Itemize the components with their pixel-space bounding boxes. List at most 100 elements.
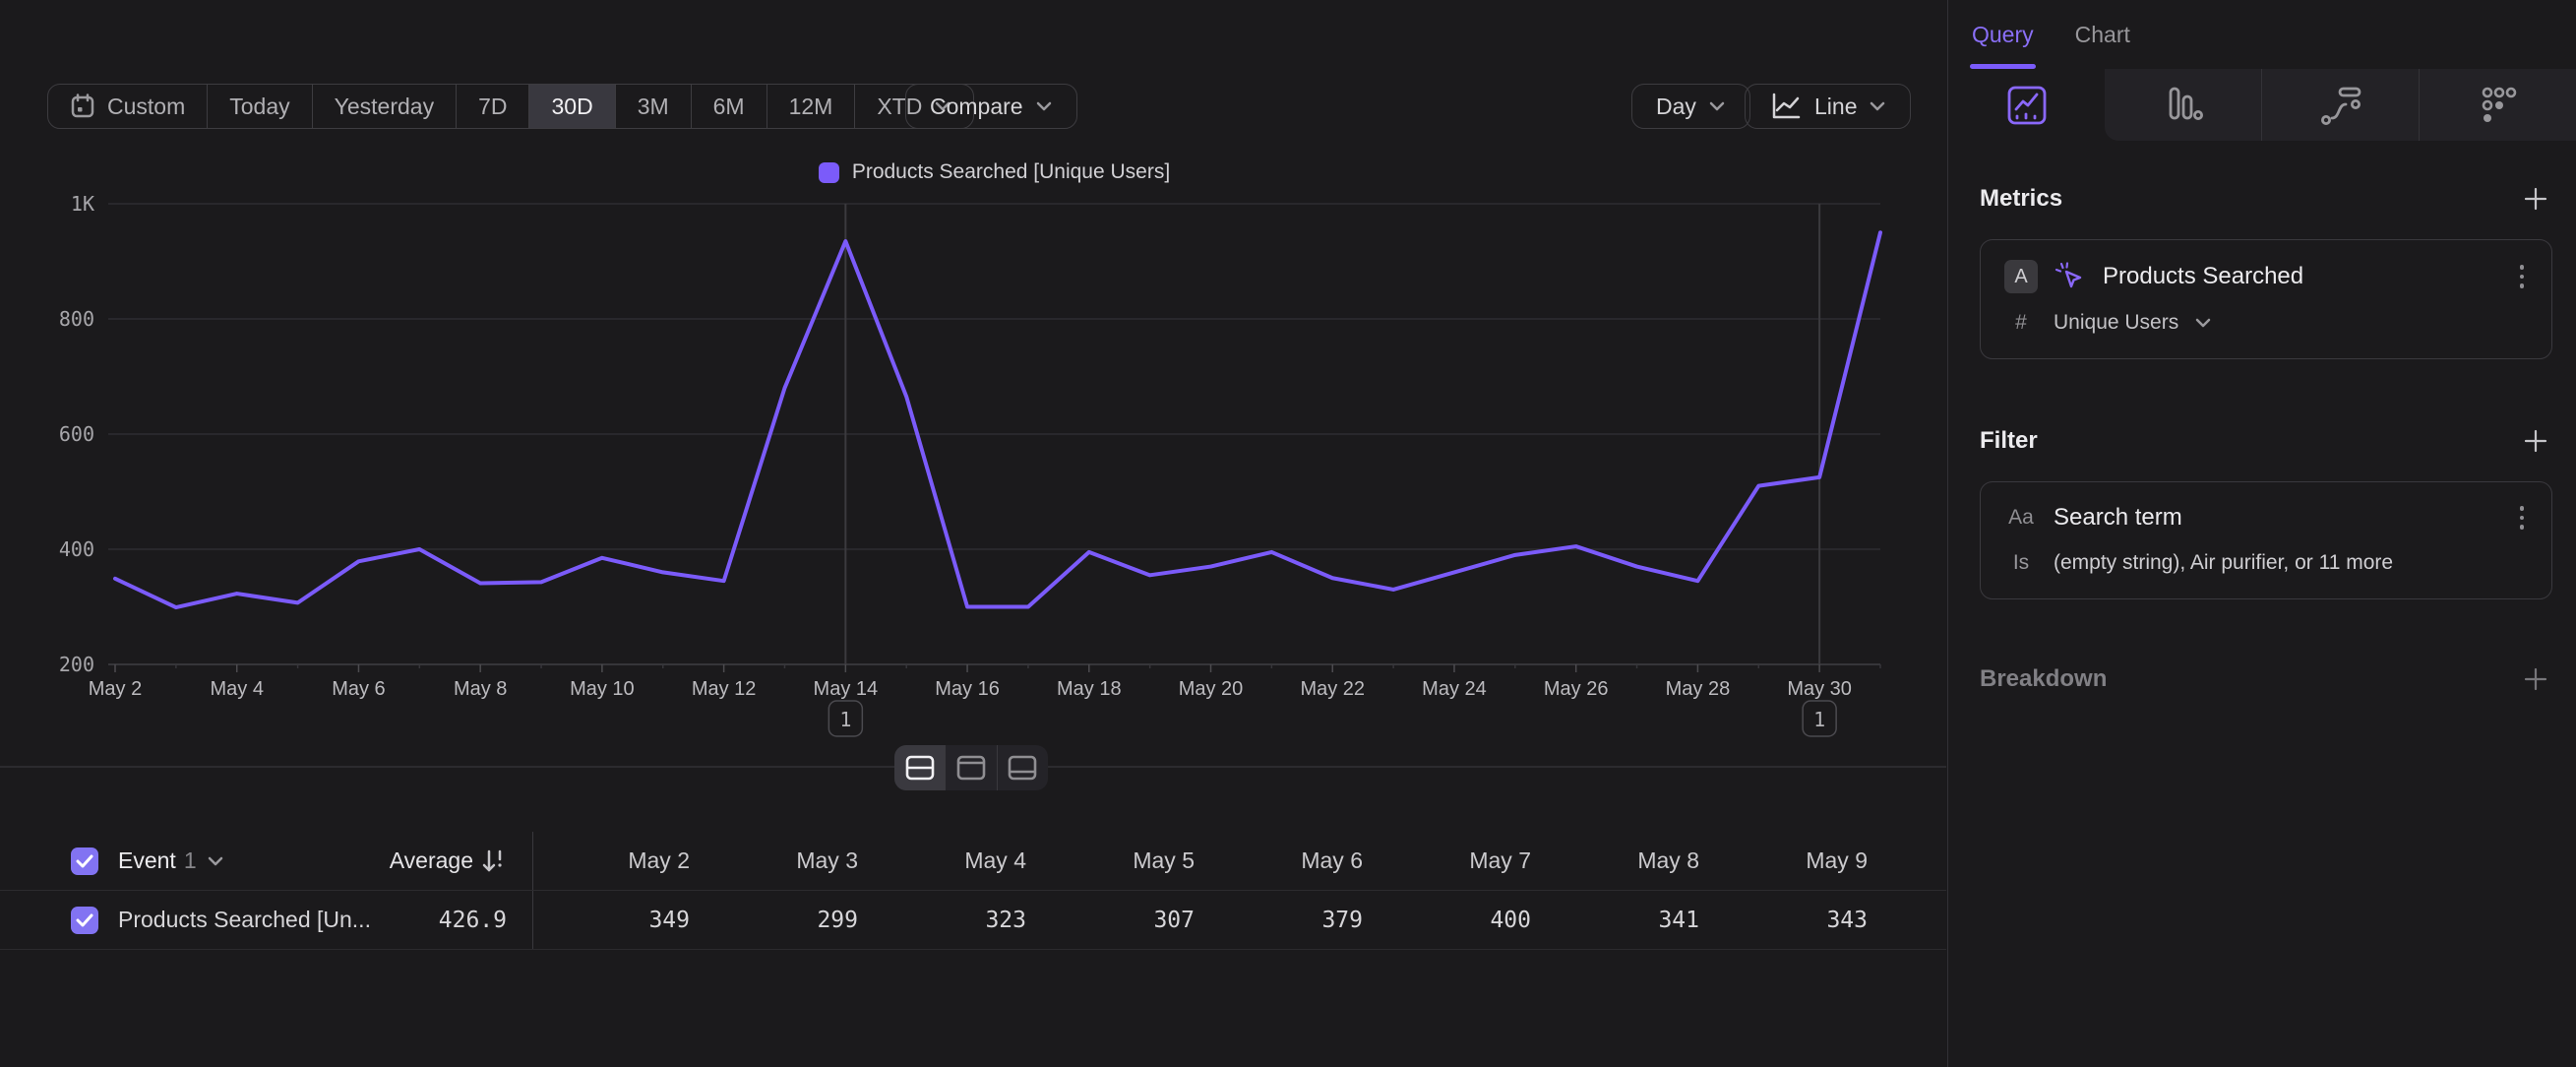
range-label: Custom — [107, 94, 185, 120]
date-range-segmented-control: CustomTodayYesterday7D30D3M6M12MXTD — [47, 84, 974, 129]
sort-icon[interactable] — [481, 847, 507, 875]
report-tab-insights-line[interactable] — [1948, 69, 2105, 141]
active-tab-underline — [1970, 64, 2036, 69]
x-tick-label: May 10 — [570, 678, 635, 700]
chart-legend: Products Searched [Unique Users] — [108, 160, 1880, 184]
y-tick-label: 600 — [59, 422, 94, 446]
chart-type-button[interactable]: Line — [1745, 84, 1911, 129]
chevron-down-icon[interactable] — [207, 855, 224, 867]
annotation-badge-label: 1 — [839, 708, 851, 731]
toggle-table-only[interactable] — [997, 745, 1048, 790]
toggle-split-view[interactable] — [894, 745, 945, 790]
filter-heading: Filter — [1980, 427, 2038, 455]
metric-letter-badge: A — [2004, 260, 2038, 293]
filter-card[interactable]: Aa Search term Is (empty string), Air pu… — [1980, 481, 2552, 599]
row-checkbox[interactable] — [71, 907, 98, 934]
filter-operator[interactable]: Is — [2004, 551, 2038, 575]
series-line[interactable] — [115, 232, 1880, 607]
row-series-name: Products Searched [Un... — [118, 907, 371, 933]
add-filter-button[interactable] — [2519, 424, 2552, 458]
report-tab-retention-dots[interactable] — [2419, 69, 2576, 141]
range-12m[interactable]: 12M — [767, 85, 855, 128]
cell-value: 341 — [1543, 908, 1711, 933]
column-header[interactable]: May 5 — [1038, 847, 1206, 874]
filter-value[interactable]: (empty string), Air purifier, or 11 more — [2054, 551, 2393, 575]
granularity-button[interactable]: Day — [1631, 84, 1750, 129]
range-label: Yesterday — [335, 94, 434, 120]
toggle-chart-only[interactable] — [945, 745, 996, 790]
filter-property-name[interactable]: Search term — [2054, 504, 2182, 532]
x-tick-label: May 20 — [1179, 678, 1244, 700]
column-header[interactable]: May 4 — [870, 847, 1038, 874]
chart-type-label: Line — [1814, 94, 1857, 120]
aggregation-selector[interactable]: Unique Users — [2054, 311, 2178, 335]
select-all-checkbox[interactable] — [71, 847, 98, 875]
range-6m[interactable]: 6M — [691, 85, 767, 128]
aggregation-symbol: # — [2004, 311, 2038, 335]
x-tick-label: May 8 — [454, 678, 507, 700]
cell-value: 400 — [1375, 908, 1543, 933]
add-metric-button[interactable] — [2519, 182, 2552, 216]
tab-label: Query — [1972, 22, 2034, 48]
x-tick-label: May 24 — [1422, 678, 1487, 700]
report-tab-flows[interactable] — [2261, 69, 2419, 141]
x-tick-label: May 30 — [1787, 678, 1852, 700]
chevron-down-icon — [1035, 100, 1053, 112]
range-today[interactable]: Today — [207, 85, 311, 128]
y-tick-label: 1K — [71, 192, 94, 216]
filter-menu-button[interactable] — [2516, 502, 2529, 534]
legend-swatch — [819, 162, 839, 183]
metric-menu-button[interactable] — [2516, 261, 2529, 292]
range-3m[interactable]: 3M — [615, 85, 691, 128]
y-tick-label: 200 — [59, 653, 94, 676]
range-label: 12M — [789, 94, 833, 120]
granularity-label: Day — [1656, 94, 1696, 120]
column-header[interactable]: May 9 — [1711, 847, 1879, 874]
annotation-badge-label: 1 — [1813, 708, 1825, 731]
table-header-row: Event 1 Average May 2May 3May 4May 5May … — [0, 832, 1946, 891]
add-breakdown-button[interactable] — [2519, 662, 2552, 696]
y-tick-label: 400 — [59, 537, 94, 561]
compare-label: Compare — [930, 94, 1023, 120]
column-header[interactable]: May 8 — [1543, 847, 1711, 874]
tab-label: Chart — [2075, 22, 2130, 48]
x-tick-label: May 12 — [692, 678, 757, 700]
average-column-label[interactable]: Average — [390, 847, 473, 874]
range-label: 6M — [713, 94, 745, 120]
column-header[interactable]: May 3 — [702, 847, 870, 874]
range-yesterday[interactable]: Yesterday — [312, 85, 456, 128]
range-7d[interactable]: 7D — [456, 85, 528, 128]
tab-chart[interactable]: Chart — [2075, 0, 2130, 69]
range-label: Today — [229, 94, 289, 120]
report-tab-funnels-bars[interactable] — [2105, 69, 2261, 141]
table-row[interactable]: Products Searched [Un...426.934929932330… — [0, 891, 1946, 950]
tab-query[interactable]: Query — [1972, 0, 2034, 69]
legend-label: Products Searched [Unique Users] — [852, 160, 1170, 184]
x-tick-label: May 6 — [332, 678, 385, 700]
compare-button[interactable]: Compare — [905, 84, 1077, 129]
range-label: 7D — [478, 94, 507, 120]
event-cursor-icon — [2054, 260, 2087, 293]
event-column-label[interactable]: Event — [118, 847, 176, 874]
calendar-icon — [70, 93, 95, 120]
column-header[interactable]: May 6 — [1206, 847, 1375, 874]
x-tick-label: May 2 — [89, 678, 142, 700]
cell-value: 299 — [702, 908, 870, 933]
x-tick-label: May 16 — [935, 678, 1000, 700]
cell-value: 307 — [1038, 908, 1206, 933]
metric-name[interactable]: Products Searched — [2103, 263, 2303, 290]
metric-card[interactable]: A Products Searched # Unique Users — [1980, 239, 2552, 359]
cell-value: 343 — [1711, 908, 1879, 933]
y-tick-label: 800 — [59, 307, 94, 331]
x-tick-label: May 14 — [814, 678, 879, 700]
report-type-tabs — [1948, 69, 2576, 141]
breakdown-heading: Breakdown — [1980, 665, 2107, 693]
range-custom[interactable]: Custom — [48, 85, 207, 128]
column-header[interactable]: May 7 — [1375, 847, 1543, 874]
range-label: 3M — [638, 94, 669, 120]
sidebar-tab-bar: Query Chart — [1948, 0, 2576, 69]
range-30d[interactable]: 30D — [528, 85, 614, 128]
view-toggle-group — [894, 745, 1048, 790]
column-header[interactable]: May 2 — [533, 847, 702, 874]
chevron-down-icon[interactable] — [2194, 317, 2212, 329]
